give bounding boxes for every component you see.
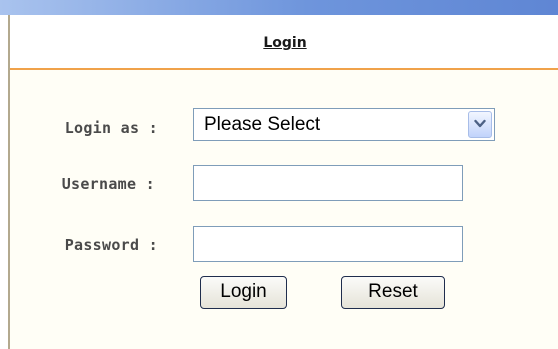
dropdown-button[interactable] [468, 111, 492, 138]
password-input[interactable] [193, 226, 463, 262]
login-panel: Login Login as : Please Select Username … [8, 15, 558, 349]
login-button[interactable]: Login [200, 276, 287, 309]
header-title: Login [263, 35, 307, 51]
top-gradient-bar [0, 0, 558, 15]
username-input[interactable] [193, 165, 463, 201]
login-as-selected-value: Please Select [204, 114, 321, 135]
reset-button[interactable]: Reset [341, 276, 445, 309]
login-header: Login [10, 15, 558, 70]
password-label: Password : [64, 236, 158, 254]
login-as-label: Login as : [64, 119, 158, 137]
chevron-down-icon [474, 119, 486, 128]
username-label: Username : [61, 175, 155, 193]
login-as-select[interactable]: Please Select [193, 108, 495, 141]
login-page: Login Login as : Please Select Username … [0, 0, 558, 349]
